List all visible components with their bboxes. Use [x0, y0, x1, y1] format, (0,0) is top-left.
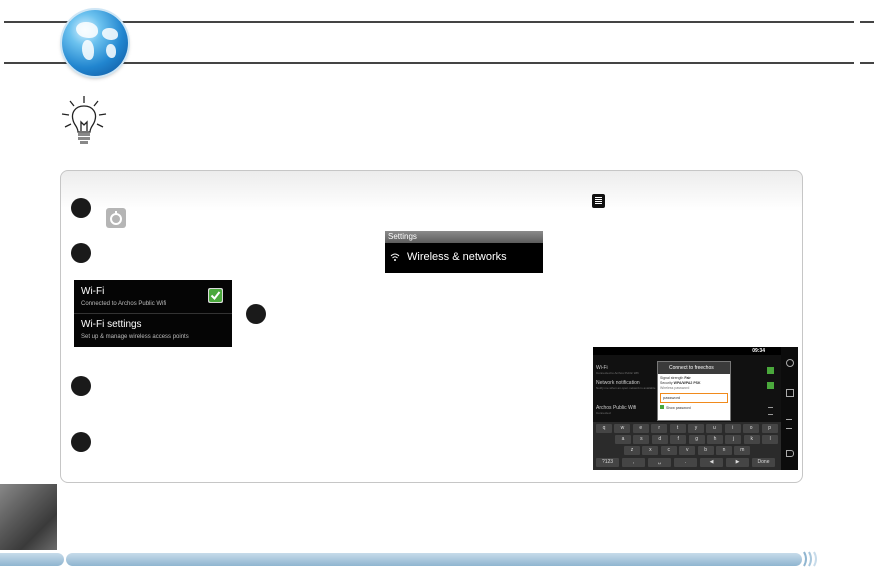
keyboard-key[interactable]: v	[679, 446, 696, 455]
security-label: Security	[660, 381, 673, 385]
wireless-networks-item: Wireless & networks	[385, 243, 543, 271]
keyboard-key[interactable]: f	[670, 435, 687, 444]
wifi-settings-label: Wi-Fi settings	[81, 319, 142, 330]
keyboard-key[interactable]: k	[743, 435, 760, 444]
keyboard-key[interactable]: ,	[622, 458, 645, 467]
footer-bar-left	[0, 553, 64, 566]
show-password-label: Show password	[666, 406, 691, 410]
keyboard-key[interactable]: y	[688, 424, 704, 433]
security-value: WPA/WPA2 PSK	[673, 381, 701, 385]
keyboard-key[interactable]: u	[706, 424, 723, 433]
keyboard-key[interactable]: q	[596, 424, 612, 433]
password-label: Wireless password	[660, 386, 690, 390]
wifi-check-icon	[767, 367, 774, 374]
wifi-settings-screenshot: Wi-Fi Connected to Archos Public Wifi Wi…	[74, 280, 232, 347]
settings-title: Settings	[385, 231, 543, 243]
keyboard-key[interactable]: j	[725, 435, 742, 444]
list-item-sub: Connected	[596, 411, 611, 415]
step-bullet-1	[71, 198, 91, 218]
keyboard-key[interactable]: e	[632, 424, 649, 433]
wireless-networks-label: Wireless & networks	[407, 251, 507, 263]
keyboard-key[interactable]: c	[660, 446, 677, 455]
keyboard-key[interactable]: n	[716, 446, 732, 455]
header-rule-bottom	[4, 62, 854, 64]
keyboard-key[interactable]: o	[743, 424, 760, 433]
keyboard-key[interactable]: d	[651, 435, 668, 444]
step-bullet-3	[246, 304, 266, 324]
keyboard-key[interactable]: r	[651, 424, 668, 433]
keyboard-key[interactable]: m	[734, 446, 751, 455]
tablet-side-bar	[781, 347, 798, 470]
keyboard-key[interactable]: l	[762, 435, 779, 444]
header-rule-bottom-end	[860, 62, 874, 64]
header-rule-top-end	[860, 21, 874, 23]
tablet-screenshot: 09:34 Wi-Fi Connected to Archos Public W…	[593, 347, 798, 470]
keyboard-key[interactable]: t	[669, 424, 686, 433]
list-item: Archos Public Wifi Connected	[596, 405, 636, 415]
keyboard-key[interactable]: a	[615, 435, 631, 444]
keyboard-key[interactable]: ␣	[648, 458, 671, 467]
settings-icon	[106, 208, 126, 228]
keyboard-key[interactable]: s	[633, 435, 650, 444]
keyboard-key[interactable]: .	[674, 458, 697, 467]
menu-icon	[592, 194, 605, 208]
list-item: Network notification Notify me when an o…	[596, 380, 655, 390]
wifi-label: Wi-Fi	[81, 286, 105, 297]
keyboard-key[interactable]: b	[697, 446, 714, 455]
lightbulb-icon	[61, 96, 107, 144]
step-bullet-2	[71, 243, 91, 263]
step-bullet-5	[71, 432, 91, 452]
footer-chevrons	[803, 551, 817, 567]
list-item: Wi-Fi Connected to Archos Public Wifi	[596, 365, 639, 375]
notify-check-icon	[767, 382, 774, 389]
keyboard: q w e r t y u i o p a s d f g h j k l z x c v b n m ?123, ␣. ◀ ▶ Done	[593, 422, 781, 470]
list-item-sub: Notify me when an open network is availa…	[596, 386, 656, 390]
keyboard-key[interactable]: w	[614, 424, 631, 433]
keyboard-key[interactable]: p	[761, 424, 778, 433]
wifi-settings-row: Wi-Fi settings Set up & manage wireless …	[74, 314, 232, 347]
list-item-sub: Connected to Archos Public Wifi	[596, 371, 639, 375]
signal-strength-value: Fair	[684, 376, 691, 380]
keyboard-key[interactable]: i	[724, 424, 741, 433]
keyboard-key[interactable]: ▶	[726, 458, 749, 467]
status-time: 09:34	[752, 348, 765, 354]
keyboard-key[interactable]: Done	[752, 458, 775, 467]
wifi-toggle-row: Wi-Fi Connected to Archos Public Wifi	[74, 280, 232, 314]
wifi-icon	[390, 253, 400, 261]
keyboard-key[interactable]: h	[707, 435, 723, 444]
keyboard-key[interactable]: g	[688, 435, 705, 444]
settings-screenshot: Settings Wireless & networks	[385, 231, 543, 273]
signal-strength-label: Signal strength	[660, 376, 684, 380]
keyboard-key[interactable]: z	[624, 446, 640, 455]
step-bullet-4	[71, 376, 91, 396]
connect-dialog: Connect to freechos Signal strength Fair…	[657, 361, 731, 421]
header-rule-top	[4, 21, 854, 23]
wifi-settings-desc: Set up & manage wireless access points	[81, 334, 189, 340]
password-field[interactable]: password	[660, 393, 728, 403]
signal-icon	[768, 407, 773, 415]
wifi-status: Connected to Archos Public Wifi	[81, 301, 167, 307]
keyboard-key[interactable]: x	[642, 446, 659, 455]
wifi-checkbox	[208, 288, 223, 303]
status-bar: 09:34	[593, 347, 781, 355]
keyboard-key[interactable]: ◀	[700, 458, 723, 467]
globe-icon	[62, 10, 128, 76]
side-tab	[0, 484, 57, 550]
dialog-title: Connect to freechos	[658, 362, 730, 374]
keyboard-key[interactable]: ?123	[596, 458, 619, 467]
footer-bar	[66, 553, 802, 566]
